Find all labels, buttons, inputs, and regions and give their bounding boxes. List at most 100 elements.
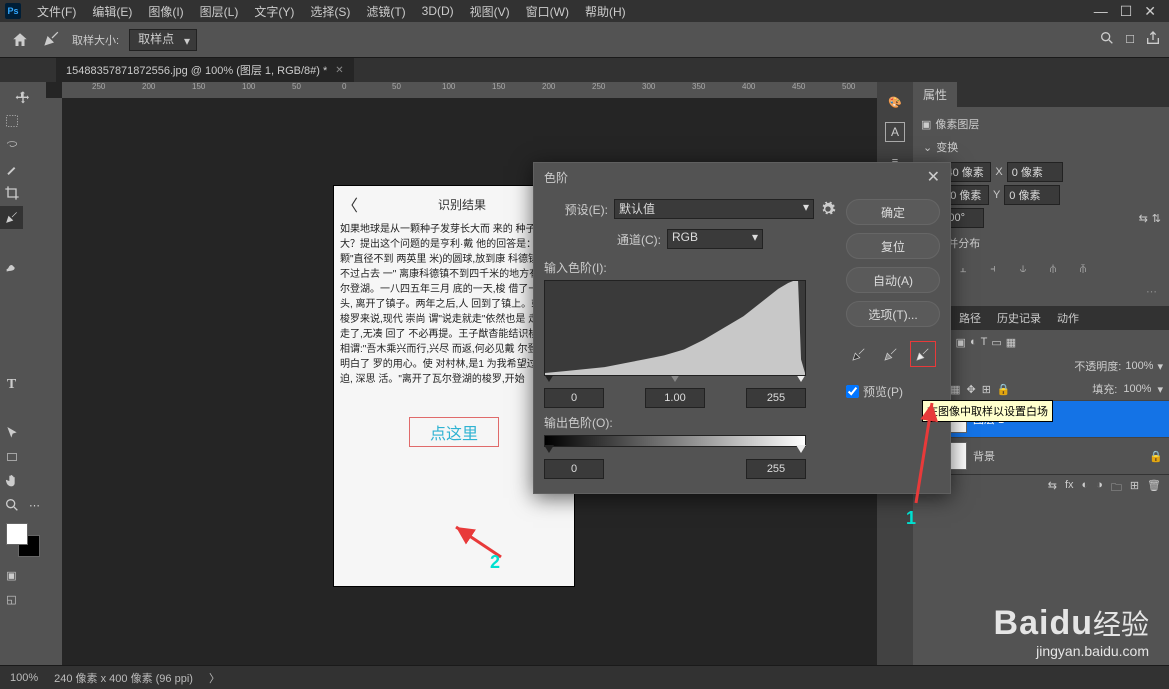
y-input[interactable] xyxy=(1004,185,1060,205)
artboard-tool[interactable] xyxy=(23,110,46,133)
align-center-h-icon[interactable]: ⫠ xyxy=(955,261,971,277)
vertical-type-tool[interactable] xyxy=(23,374,46,397)
preset-dropdown[interactable]: 默认值▾ xyxy=(614,199,814,219)
align-middle-v-icon[interactable]: ⫛ xyxy=(1045,261,1061,277)
crop-tool[interactable] xyxy=(0,182,23,205)
menu-help[interactable]: 帮助(H) xyxy=(579,1,632,22)
search-icon[interactable] xyxy=(1099,30,1115,49)
preview-checkbox[interactable] xyxy=(846,385,859,398)
zoom-level[interactable]: 100% xyxy=(10,672,38,684)
marquee-tool[interactable] xyxy=(0,110,23,133)
lock-position-icon[interactable]: ✥ xyxy=(966,383,975,396)
channel-dropdown[interactable]: RGB▾ xyxy=(667,229,763,249)
input-white-field[interactable] xyxy=(746,388,806,408)
menu-file[interactable]: 文件(F) xyxy=(31,1,82,22)
menu-image[interactable]: 图像(I) xyxy=(142,1,189,22)
lock-pixels-icon[interactable]: ▦ xyxy=(950,383,960,396)
preset-gear-icon[interactable] xyxy=(820,201,836,217)
menu-layer[interactable]: 图层(L) xyxy=(194,1,245,22)
quick-mask-toggle[interactable]: ▣ xyxy=(0,564,23,587)
input-black-field[interactable] xyxy=(544,388,604,408)
filter-pixel-icon[interactable]: ▣ xyxy=(956,336,966,349)
align-bottom-icon[interactable]: ⫚ xyxy=(1075,261,1091,277)
actions-tab[interactable]: 动作 xyxy=(1049,306,1087,330)
ellipse-tool[interactable] xyxy=(23,446,46,469)
collapsed-color-icon[interactable]: 🎨 xyxy=(883,90,907,114)
maximize-button[interactable]: ☐ xyxy=(1120,3,1133,20)
workspace-switcher-icon[interactable]: ☐ xyxy=(1125,33,1135,46)
gray-point-eyedropper[interactable] xyxy=(878,341,904,367)
foreground-color-swatch[interactable] xyxy=(6,523,28,545)
flip-v-icon[interactable]: ⇅ xyxy=(1152,212,1161,225)
filter-type-icon[interactable]: T xyxy=(981,336,988,348)
menu-filter[interactable]: 滤镜(T) xyxy=(360,1,411,22)
output-black-field[interactable] xyxy=(544,459,604,479)
layer-name[interactable]: 背景 xyxy=(973,448,995,464)
layer-fx-icon[interactable]: fx xyxy=(1065,479,1074,498)
move-tool[interactable] xyxy=(0,86,46,109)
patch-tool[interactable] xyxy=(23,230,46,253)
document-tab[interactable]: 15488357871872556.jpg @ 100% (图层 1, RGB/… xyxy=(56,58,354,82)
rotate-view-tool[interactable] xyxy=(23,470,46,493)
dialog-titlebar[interactable]: 色阶 ✕ xyxy=(534,163,950,191)
layer-mask-icon[interactable]: ◐ xyxy=(1082,479,1089,498)
output-white-field[interactable] xyxy=(746,459,806,479)
align-section-header[interactable]: ⌄齐并分布 xyxy=(921,231,1161,255)
healing-brush-tool[interactable] xyxy=(0,230,23,253)
auto-button[interactable]: 自动(A) xyxy=(846,267,940,293)
black-point-eyedropper[interactable] xyxy=(846,341,872,367)
frame-tool[interactable] xyxy=(23,182,46,205)
home-button[interactable] xyxy=(8,28,32,52)
output-sliders[interactable] xyxy=(544,445,806,453)
new-layer-icon[interactable]: ⊞ xyxy=(1130,479,1139,498)
menu-3d[interactable]: 3D(D) xyxy=(416,2,460,20)
filter-smart-icon[interactable]: ▦ xyxy=(1006,336,1016,349)
doc-dimensions[interactable]: 240 像素 x 400 像素 (96 ppi) xyxy=(54,670,193,686)
fill-value[interactable]: 100% xyxy=(1123,383,1151,395)
menu-window[interactable]: 窗口(W) xyxy=(520,1,575,22)
properties-tab[interactable]: 属性 xyxy=(913,82,957,107)
edit-toolbar[interactable]: ⋯ xyxy=(23,494,46,517)
adjustment-layer-icon[interactable]: ◑ xyxy=(1096,479,1103,498)
paths-tab[interactable]: 路径 xyxy=(951,306,989,330)
delete-layer-icon[interactable]: 🗑 xyxy=(1147,479,1161,498)
eraser-tool[interactable] xyxy=(0,302,23,325)
output-black-slider[interactable] xyxy=(544,445,554,453)
dialog-close-icon[interactable]: ✕ xyxy=(927,167,940,187)
rectangle-tool[interactable] xyxy=(0,446,23,469)
opacity-value[interactable]: 100% xyxy=(1125,360,1153,372)
paint-bucket-tool[interactable] xyxy=(23,326,46,349)
close-tab-icon[interactable]: ✕ xyxy=(335,65,343,76)
options-button[interactable]: 选项(T)... xyxy=(846,301,940,327)
align-right-icon[interactable]: ⫞ xyxy=(985,261,1001,277)
flip-h-icon[interactable]: ⇆ xyxy=(1139,212,1148,225)
dodge-tool[interactable] xyxy=(23,350,46,373)
blur-tool[interactable] xyxy=(0,350,23,373)
clone-stamp-tool[interactable] xyxy=(0,278,23,301)
output-white-slider[interactable] xyxy=(796,445,806,453)
transform-section-header[interactable]: ⌄变换 xyxy=(921,135,1161,159)
gradient-tool[interactable] xyxy=(0,326,23,349)
layer-row-background[interactable]: 👁 背景 🔒 xyxy=(913,437,1169,474)
direct-select-tool[interactable] xyxy=(23,422,46,445)
freeform-pen-tool[interactable] xyxy=(23,398,46,421)
filter-adjust-icon[interactable]: ◐ xyxy=(970,336,977,348)
history-tab[interactable]: 历史记录 xyxy=(989,306,1049,330)
ok-button[interactable]: 确定 xyxy=(846,199,940,225)
group-icon[interactable]: 🗀 xyxy=(1111,479,1122,498)
white-point-eyedropper[interactable] xyxy=(910,341,936,367)
object-select-tool[interactable] xyxy=(23,134,46,157)
hand-tool[interactable] xyxy=(0,470,23,493)
sample-size-dropdown[interactable]: 取样点 ▾ xyxy=(129,29,197,51)
link-layers-icon[interactable]: ⇆ xyxy=(1048,479,1057,498)
lock-artboard-icon[interactable]: ⊞ xyxy=(982,383,991,396)
eyedropper-tool[interactable] xyxy=(0,206,23,229)
align-top-icon[interactable]: ⫝ xyxy=(1015,261,1031,277)
pen-tool[interactable] xyxy=(0,398,23,421)
input-gamma-field[interactable] xyxy=(645,388,705,408)
color-swatches[interactable] xyxy=(6,523,40,557)
type-tool[interactable]: T xyxy=(0,374,23,397)
zoom-tool[interactable] xyxy=(0,494,23,517)
close-button[interactable]: ✕ xyxy=(1144,3,1156,20)
collapsed-a-icon[interactable]: A xyxy=(885,122,905,142)
